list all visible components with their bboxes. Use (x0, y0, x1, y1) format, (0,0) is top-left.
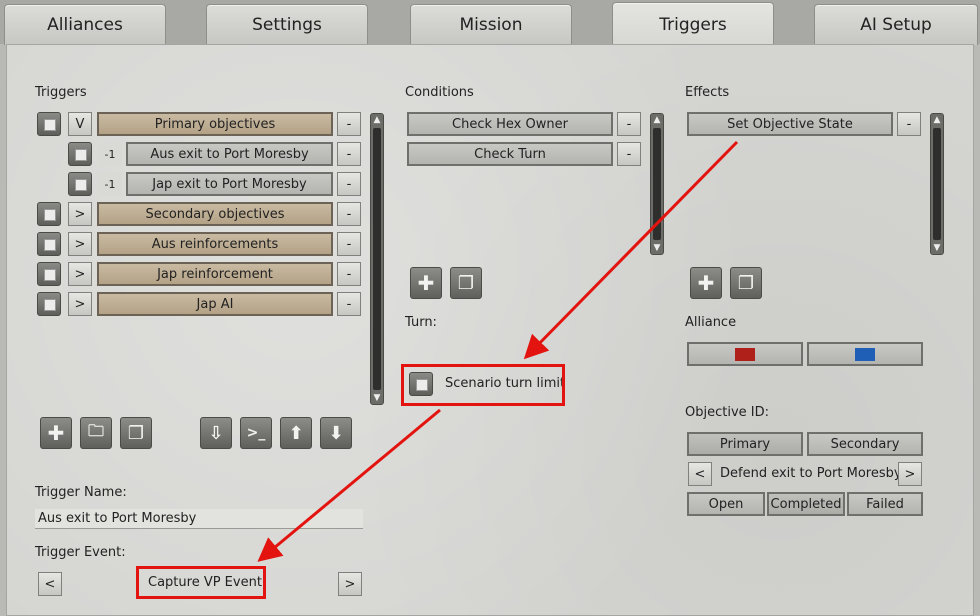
trigger-row-jap-exit[interactable]: Jap exit to Port Moresby (126, 172, 333, 196)
event-next-button[interactable]: > (338, 572, 362, 596)
objective-primary-button[interactable]: Primary (687, 432, 803, 456)
add-condition-icon[interactable]: ✚ (410, 267, 442, 299)
folder-icon[interactable]: 🗀 (80, 417, 112, 449)
scrollbar-thumb[interactable] (373, 128, 381, 390)
copy-icon[interactable]: ❐ (120, 417, 152, 449)
console-icon[interactable]: >_ (240, 417, 272, 449)
scrollbar-thumb[interactable] (933, 128, 941, 240)
expand-toggle-button[interactable]: > (68, 232, 92, 256)
condition-row-check-hex-owner[interactable]: Check Hex Owner (407, 112, 613, 136)
trigger-row-jap-reinforcement[interactable]: Jap reinforcement (97, 262, 333, 286)
remove-condition-button[interactable]: - (617, 112, 641, 136)
remove-condition-button[interactable]: - (617, 142, 641, 166)
scroll-up-icon[interactable]: ▲ (931, 114, 943, 126)
remove-trigger-button[interactable]: - (337, 292, 361, 316)
objective-prev-button[interactable]: < (688, 462, 712, 486)
trigger-row-aus-reinforcements[interactable]: Aus reinforcements (97, 232, 333, 256)
trigger-row-aus-exit[interactable]: Aus exit to Port Moresby (126, 142, 333, 166)
expand-toggle-button[interactable]: > (68, 262, 92, 286)
remove-trigger-button[interactable]: - (337, 172, 361, 196)
scroll-down-icon[interactable]: ▼ (371, 392, 383, 404)
triggers-heading: Triggers (35, 85, 87, 100)
tab-label: Triggers (659, 15, 727, 35)
objective-secondary-button[interactable]: Secondary (807, 432, 923, 456)
move-down-icon[interactable]: ⬇ (320, 417, 352, 449)
conditions-heading: Conditions (405, 85, 474, 100)
remove-effect-button[interactable]: - (897, 112, 921, 136)
scroll-up-icon[interactable]: ▲ (371, 114, 383, 126)
conditions-scrollbar[interactable]: ▲ ▼ (650, 113, 664, 255)
tab-label: Mission (459, 15, 523, 35)
scroll-down-icon[interactable]: ▼ (651, 242, 663, 254)
trigger-row-primary-objectives[interactable]: Primary objectives (97, 112, 333, 136)
expand-toggle-button[interactable]: > (68, 292, 92, 316)
add-effect-icon[interactable]: ✚ (690, 267, 722, 299)
trigger-name-label: Trigger Name: (35, 485, 127, 500)
expand-toggle-button[interactable]: > (68, 202, 92, 226)
trigger-row-secondary-objectives[interactable]: Secondary objectives (97, 202, 333, 226)
tab-triggers[interactable]: Triggers (612, 2, 774, 47)
effect-row-set-objective-state[interactable]: Set Objective State (687, 112, 893, 136)
expand-toggle-button[interactable]: V (68, 112, 92, 136)
alliance-red-button[interactable] (687, 342, 803, 366)
state-failed-button[interactable]: Failed (847, 492, 923, 516)
objective-id-value: Defend exit to Port Moresby (720, 466, 902, 481)
tab-label: AI Setup (860, 15, 932, 35)
objective-id-heading: Objective ID: (685, 405, 769, 420)
state-completed-button[interactable]: Completed (767, 492, 845, 516)
tab-label: Alliances (47, 15, 123, 35)
remove-trigger-button[interactable]: - (337, 262, 361, 286)
copy-icon[interactable]: ❐ (450, 267, 482, 299)
trigger-enable-checkbox[interactable] (37, 292, 61, 316)
trigger-enable-checkbox[interactable] (37, 232, 61, 256)
annotation-highlight-event (136, 566, 266, 599)
tab-alliances[interactable]: Alliances (4, 4, 166, 45)
state-open-button[interactable]: Open (687, 492, 765, 516)
add-trigger-icon[interactable]: ✚ (40, 417, 72, 449)
trigger-row-jap-ai[interactable]: Jap AI (97, 292, 333, 316)
turn-heading: Turn: (405, 315, 437, 330)
remove-trigger-button[interactable]: - (337, 142, 361, 166)
effects-heading: Effects (685, 85, 730, 100)
alliance-blue-button[interactable] (807, 342, 923, 366)
copy-icon[interactable]: ❐ (730, 267, 762, 299)
annotation-highlight-turn (401, 364, 565, 406)
tab-ai-setup[interactable]: AI Setup (814, 4, 978, 45)
move-up-icon[interactable]: ⬆ (280, 417, 312, 449)
scroll-up-icon[interactable]: ▲ (651, 114, 663, 126)
effects-scrollbar[interactable]: ▲ ▼ (930, 113, 944, 255)
trigger-enable-checkbox[interactable] (68, 142, 92, 166)
trigger-priority: -1 (98, 142, 122, 166)
alliance-heading: Alliance (685, 315, 737, 330)
import-icon[interactable]: ⇩ (200, 417, 232, 449)
trigger-enable-checkbox[interactable] (68, 172, 92, 196)
trigger-enable-checkbox[interactable] (37, 262, 61, 286)
tab-settings[interactable]: Settings (206, 4, 368, 45)
trigger-enable-checkbox[interactable] (37, 202, 61, 226)
remove-trigger-button[interactable]: - (337, 112, 361, 136)
event-prev-button[interactable]: < (38, 572, 62, 596)
alliance-blue-swatch (855, 347, 875, 361)
trigger-event-label: Trigger Event: (35, 545, 126, 560)
tab-bar: Alliances Settings Mission Triggers AI S… (0, 0, 980, 47)
condition-row-check-turn[interactable]: Check Turn (407, 142, 613, 166)
trigger-enable-checkbox[interactable] (37, 112, 61, 136)
scroll-down-icon[interactable]: ▼ (931, 242, 943, 254)
remove-trigger-button[interactable]: - (337, 202, 361, 226)
tab-mission[interactable]: Mission (410, 4, 572, 45)
tab-label: Settings (252, 15, 322, 35)
alliance-red-swatch (735, 347, 755, 361)
trigger-name-input[interactable]: Aus exit to Port Moresby (35, 509, 363, 529)
triggers-scrollbar[interactable]: ▲ ▼ (370, 113, 384, 405)
remove-trigger-button[interactable]: - (337, 232, 361, 256)
objective-next-button[interactable]: > (898, 462, 922, 486)
scrollbar-thumb[interactable] (653, 128, 661, 240)
trigger-priority: -1 (98, 172, 122, 196)
